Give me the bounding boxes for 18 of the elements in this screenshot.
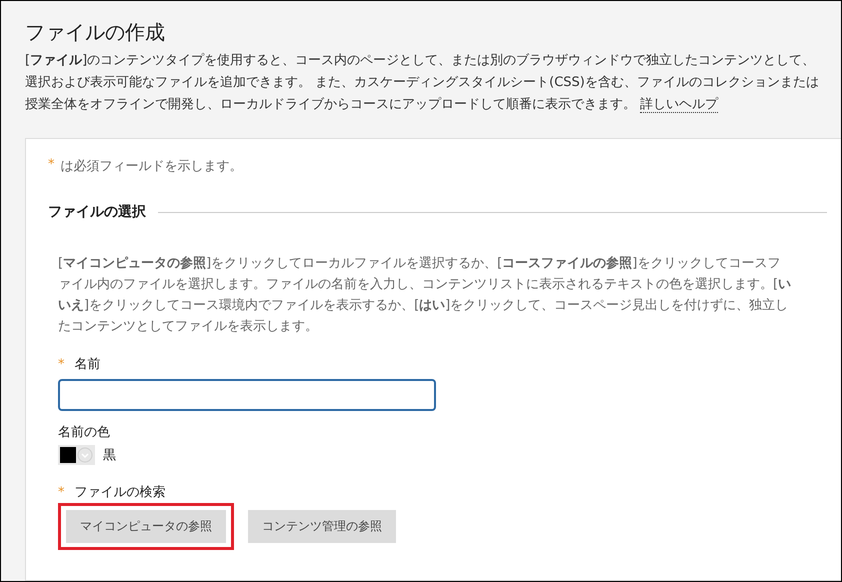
required-mark: * bbox=[58, 356, 64, 372]
color-picker[interactable] bbox=[58, 445, 95, 465]
required-note: は必須フィールドを示します。 bbox=[60, 158, 242, 175]
page-description: [ファイル]のコンテンツタイプを使用すると、コース内のページとして、または別のブラウザウィンドウで独立したコンテンツとして、選択および表示可能なファイルを追加できます。 また、カスケーディングスタイルシート(CSS)を含む、ファイルのコレクションまたは授業全体をオフラインで開発し、ローカルドライブからコースにアップロードして順番に表示できます。 詳しいヘルプ bbox=[25, 52, 820, 115]
color-value: 黒 bbox=[103, 447, 116, 464]
name-input-field[interactable] bbox=[58, 379, 436, 411]
field-label: 名前の色 bbox=[58, 424, 111, 441]
field-label: ファイルの検索 bbox=[74, 484, 166, 501]
browse-button[interactable]: コンテンツ管理の参照 bbox=[248, 510, 396, 543]
required-mark: * bbox=[58, 484, 64, 500]
page-title: ファイルの作成 bbox=[25, 19, 166, 46]
instructions: [マイコンピュータの参照]をクリックしてローカルファイルを選択するか、[コースファイルの参照]をクリックしてコースファイル内のファイルを選択します。ファイルの名前を入力し、コンテンツリストに表示されるテキストの色を選択します。[いいえ]をクリックしてコース環境内でファイルを表示するか、[はい]をクリックして、コースページ見出しを付けずに、独立したコンテンツとしてファイルを表示します。 bbox=[58, 255, 792, 336]
browse-button[interactable]: マイコンピュータの参照 bbox=[66, 510, 226, 543]
dropdown-icon bbox=[77, 447, 93, 463]
field-label: 名前 bbox=[74, 356, 100, 373]
section-title: ファイルの選択 bbox=[48, 203, 146, 221]
required-mark: * bbox=[48, 157, 54, 174]
help-link[interactable]: 詳しいヘルプ bbox=[640, 97, 718, 113]
